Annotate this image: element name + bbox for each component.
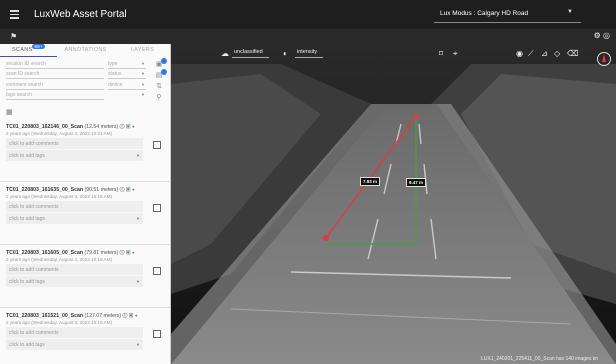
calendar-icon[interactable]: ▦ xyxy=(6,108,13,116)
scan-title: TC01_220803_162146_00_Scan (12.54 meters… xyxy=(6,124,135,130)
scan-checkbox[interactable] xyxy=(153,330,161,338)
info-icon: ⓘ ▣ ● xyxy=(122,314,138,319)
scan-item[interactable]: TC01_220803_161521_00_Scan (127.07 meter… xyxy=(0,308,171,364)
status-select[interactable]: status ▼ xyxy=(108,69,146,80)
info-icon: ⓘ ▣ ● xyxy=(119,188,135,193)
side-panel: SCANS99+ ANNOTATIONS LAYERS session ID s… xyxy=(0,44,171,364)
filter-form: session ID search type ▼ scan ID search sta… xyxy=(6,59,146,101)
status-dot-icon: ● xyxy=(131,188,135,193)
scan-date: 2 years ago (Wednesday, August 3, 2022 1… xyxy=(6,131,113,136)
status-dot-icon: ● xyxy=(134,314,138,319)
scan-list: TC01_220803_162146_00_Scan (12.54 meters… xyxy=(0,119,171,364)
status-dot-icon: ● xyxy=(131,125,135,130)
caret-down-icon: ▼ xyxy=(136,279,140,284)
caret-down-icon: ▼ xyxy=(567,9,573,15)
scan-checkbox[interactable] xyxy=(153,267,161,275)
measure-vertical-label: 9.47 m xyxy=(406,178,427,187)
tags-select[interactable]: ▼ xyxy=(108,90,146,100)
dataset-label: Lux Modus : Calgary HD Road xyxy=(440,10,529,17)
clear-icon[interactable]: ⌫ xyxy=(567,49,578,58)
comment-field[interactable]: click to add comments xyxy=(6,264,143,275)
tags-field[interactable]: click to add tags ▼ xyxy=(6,339,143,350)
info-icon: ⓘ ▣ ● xyxy=(119,125,135,130)
point-cloud-view[interactable] xyxy=(171,44,616,364)
flag-icon[interactable]: ⚑ xyxy=(10,32,20,41)
tags-field[interactable]: click to add tags ▼ xyxy=(6,276,143,287)
status-text: LUX1_240201_225411_00_Scan has 140 image… xyxy=(481,356,598,362)
scan-title: TC01_220803_161605_00_Scan (79.81 meters… xyxy=(6,250,135,256)
tab-layers[interactable]: LAYERS xyxy=(114,44,171,57)
scan-checkbox[interactable] xyxy=(153,204,161,212)
top-app-bar: LuxWeb Asset Portal Lux Modus : Calgary … xyxy=(0,0,616,29)
camera-icon[interactable]: ⌖ xyxy=(453,49,458,59)
settings-icon[interactable]: ⚙ ◎ xyxy=(594,31,610,40)
filter-sort-icon[interactable]: ⇅ xyxy=(153,82,165,92)
box-tool-icon[interactable]: ⌑ xyxy=(439,49,443,58)
tab-annotations[interactable]: ANNOTATIONS xyxy=(57,44,114,57)
scan-title: TC01_220803_161521_00_Scan (127.07 meter… xyxy=(6,313,138,319)
tags-field[interactable]: click to add tags ▼ xyxy=(6,213,143,224)
caret-down-icon: ▼ xyxy=(136,216,140,221)
scan-checkbox[interactable] xyxy=(153,141,161,149)
tab-scans[interactable]: SCANS99+ xyxy=(0,44,57,57)
scan-item[interactable]: TC01_220803_162146_00_Scan (12.54 meters… xyxy=(0,119,171,182)
download-badge-icon[interactable]: ▤ xyxy=(153,69,167,81)
app-title: LuxWeb Asset Portal xyxy=(34,9,127,20)
scan-item[interactable]: TC01_220803_161635_00_Scan (90.51 meters… xyxy=(0,182,171,245)
caret-down-icon: ▼ xyxy=(136,153,140,158)
session-id-search-input[interactable]: session ID search xyxy=(6,59,104,69)
type-select[interactable]: type ▼ xyxy=(108,59,146,69)
color-mode-select[interactable]: intensity xyxy=(295,49,324,58)
scan-item[interactable]: TC01_220803_161605_00_Scan (79.81 meters… xyxy=(0,245,171,308)
scans-count-badge: 99+ xyxy=(32,44,45,49)
comment-field[interactable]: click to add comments xyxy=(6,201,143,212)
caret-down-icon: ▼ xyxy=(136,342,140,347)
panel-tabs: SCANS99+ ANNOTATIONS LAYERS xyxy=(0,44,171,57)
tags-search-input[interactable]: tags search xyxy=(6,90,104,101)
point-cloud-viewer[interactable]: 7.93 m 9.47 m ☁ unclassified ◐ intensity… xyxy=(171,44,616,364)
compass-icon[interactable] xyxy=(597,52,611,66)
measure-distance-label: 7.93 m xyxy=(360,177,381,186)
viewer-toolbar: ☁ unclassified ◐ intensity ⌑ ⌖ ◉ ⟋ ⊿ ◇ ⌫ xyxy=(171,44,616,66)
measure-icon[interactable]: ⟋ xyxy=(528,49,534,59)
eye-icon[interactable]: ◉ xyxy=(516,49,523,58)
scan-date: 2 years ago (Wednesday, August 3, 2022 1… xyxy=(6,320,113,325)
palette-icon: ◐ xyxy=(283,49,288,58)
device-select[interactable]: device ▼ xyxy=(108,80,146,90)
info-icon: ⓘ ▣ ● xyxy=(119,251,135,256)
scan-title: TC01_220803_161635_00_Scan (90.51 meters… xyxy=(6,187,135,193)
cloud-icon: ☁ xyxy=(221,49,229,58)
area-icon[interactable]: ◇ xyxy=(554,49,560,58)
comment-search-input[interactable]: comment search xyxy=(6,80,104,90)
ruler-icon[interactable]: ⊿ xyxy=(541,49,548,58)
status-dot-icon: ● xyxy=(131,251,135,256)
class-filter-select[interactable]: unclassified xyxy=(232,49,269,58)
side-tool-icons: ▣ ▤ ⇅ ⚲ xyxy=(153,58,167,104)
dataset-select[interactable]: Lux Modus : Calgary HD Road ▼ xyxy=(434,6,581,23)
scan-id-search-input[interactable]: scan ID search xyxy=(6,69,104,80)
tags-field[interactable]: click to add tags ▼ xyxy=(6,150,143,161)
filter-icon[interactable]: ⚲ xyxy=(153,93,165,103)
comment-field[interactable]: click to add comments xyxy=(6,327,143,338)
menu-icon[interactable] xyxy=(10,10,19,19)
secondary-toolbar: ⚑ ⚙ ◎ xyxy=(0,29,616,44)
scan-date: 2 years ago (Wednesday, August 3, 2022 1… xyxy=(6,257,113,262)
comment-field[interactable]: click to add comments xyxy=(6,138,143,149)
scan-date: 2 years ago (Wednesday, August 3, 2022 1… xyxy=(6,194,113,199)
